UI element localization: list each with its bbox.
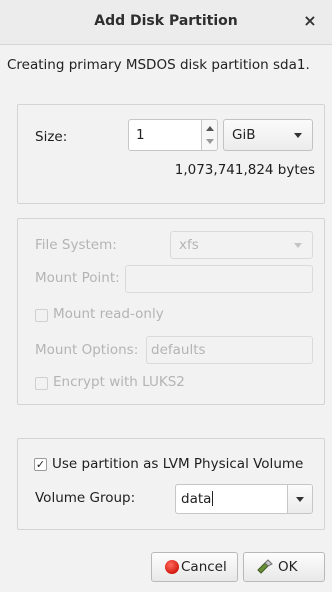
spin-up-icon[interactable] <box>206 126 214 131</box>
cancel-button[interactable]: Cancel <box>151 552 238 582</box>
volume-group-dropdown-button[interactable] <box>287 485 312 513</box>
mount-point-label: Mount Point: <box>35 270 120 286</box>
file-system-label: File System: <box>35 237 117 253</box>
mount-options-value: defaults <box>151 342 206 358</box>
size-bytes: 1,073,741,824 bytes <box>174 162 315 178</box>
volume-group-combobox[interactable]: data <box>175 484 313 514</box>
chevron-down-icon <box>296 497 304 502</box>
mount-options-input[interactable]: defaults <box>146 336 313 364</box>
size-spinbox[interactable]: 1 <box>128 119 218 151</box>
cancel-button-label: Cancel <box>181 559 227 575</box>
spin-down-icon[interactable] <box>206 139 214 144</box>
title-bar: Add Disk Partition × <box>0 0 332 45</box>
add-disk-partition-dialog: Add Disk Partition × Creating primary MS… <box>0 0 332 592</box>
mount-read-only-checkbox[interactable] <box>35 309 48 322</box>
chevron-down-icon <box>294 133 302 138</box>
mount-point-input[interactable] <box>125 265 313 293</box>
file-system-value: xfs <box>179 237 199 253</box>
size-unit-dropdown[interactable]: GiB <box>223 119 313 151</box>
chevron-down-icon <box>294 243 302 248</box>
use-lvm-checkbox[interactable]: ✓ <box>34 458 47 471</box>
cancel-icon <box>165 560 179 574</box>
dialog-description: Creating primary MSDOS disk partition sd… <box>7 57 310 73</box>
encrypt-luks2-label: Encrypt with LUKS2 <box>53 374 185 390</box>
close-icon[interactable]: × <box>300 11 320 31</box>
text-cursor <box>212 491 214 506</box>
ok-button-label: OK <box>278 559 298 575</box>
encrypt-luks2-checkbox[interactable] <box>35 377 48 390</box>
mount-read-only-label: Mount read-only <box>53 306 164 322</box>
volume-group-value: data <box>181 491 212 507</box>
size-value: 1 <box>136 127 145 143</box>
volume-group-label: Volume Group: <box>35 490 136 506</box>
size-spinner[interactable] <box>201 120 217 150</box>
dialog-title: Add Disk Partition <box>94 13 238 29</box>
file-system-dropdown[interactable]: xfs <box>170 231 313 259</box>
use-lvm-label: Use partition as LVM Physical Volume <box>52 456 304 472</box>
mount-options-label: Mount Options: <box>35 342 139 358</box>
ok-icon <box>257 559 273 574</box>
size-label: Size: <box>35 129 68 145</box>
ok-button[interactable]: OK <box>243 552 325 582</box>
size-unit-value: GiB <box>232 127 256 143</box>
